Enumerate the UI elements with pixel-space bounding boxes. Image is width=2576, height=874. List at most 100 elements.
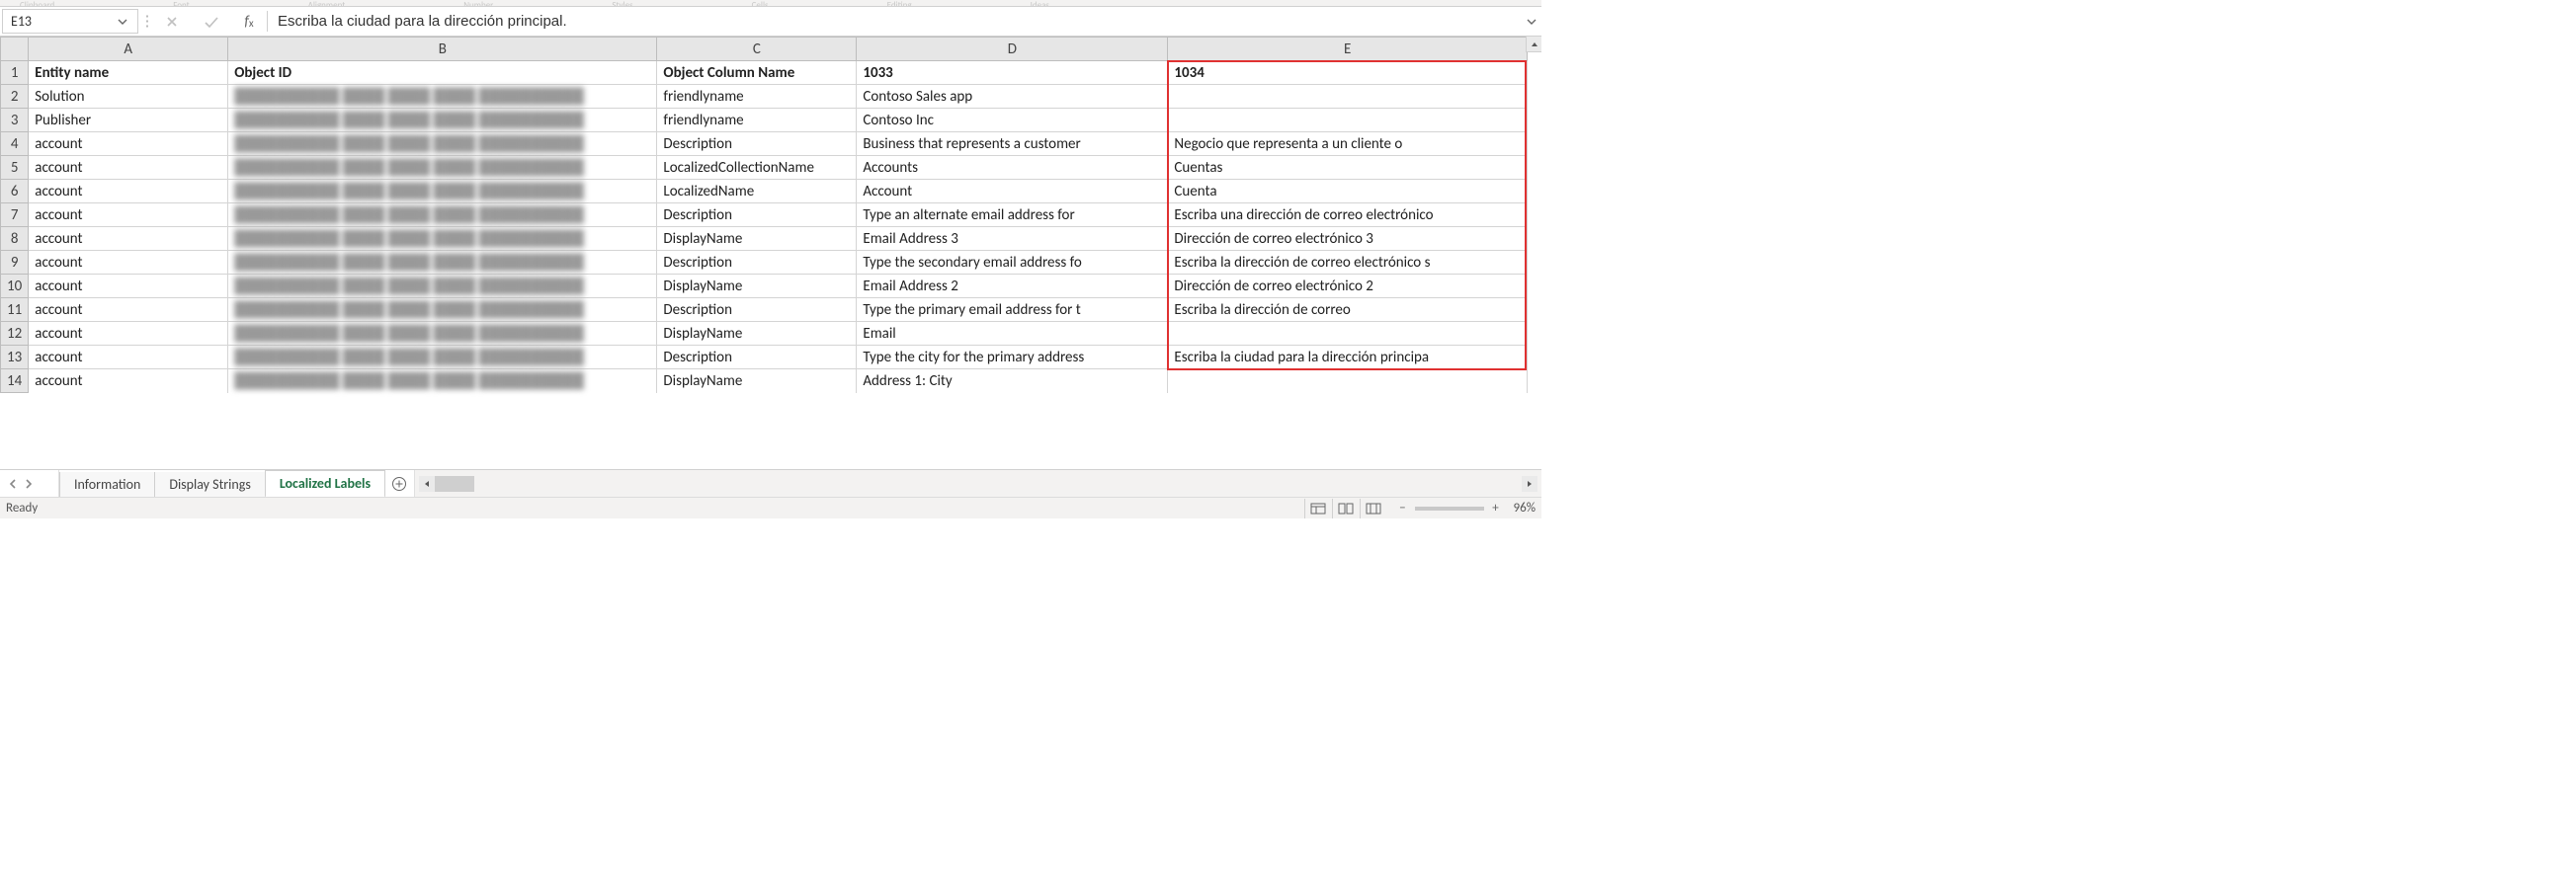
cell[interactable]: Accounts	[857, 156, 1168, 180]
scroll-right-icon[interactable]	[1522, 476, 1537, 492]
cell[interactable]: account	[29, 346, 228, 369]
cell[interactable]: ██████████ ████ ████ ████ ██████████	[228, 109, 657, 132]
row-header[interactable]: 12	[1, 322, 29, 346]
tab-next-icon[interactable]	[24, 479, 34, 489]
cell[interactable]: Entity name	[29, 61, 228, 85]
cell[interactable]: Email	[857, 322, 1168, 346]
cell[interactable]: Object ID	[228, 61, 657, 85]
formula-bar-expand-icon[interactable]	[1522, 7, 1541, 36]
cell[interactable]: Cuentas	[1168, 156, 1528, 180]
cell[interactable]: ██████████ ████ ████ ████ ██████████	[228, 203, 657, 227]
cell[interactable]: Type the primary email address for t	[857, 298, 1168, 322]
row-header[interactable]: 2	[1, 85, 29, 109]
fx-icon[interactable]: fx	[231, 7, 267, 36]
tab-information[interactable]: Information	[59, 472, 155, 497]
scroll-up-icon[interactable]	[1526, 37, 1541, 52]
cell[interactable]: 1034	[1168, 61, 1528, 85]
cell[interactable]: account	[29, 180, 228, 203]
cell[interactable]: LocalizedName	[657, 180, 857, 203]
cell[interactable]: Account	[857, 180, 1168, 203]
row-header[interactable]: 5	[1, 156, 29, 180]
cell[interactable]: Description	[657, 346, 857, 369]
zoom-out-icon[interactable]: −	[1395, 501, 1411, 516]
cell[interactable]: Escriba la dirección de correo	[1168, 298, 1528, 322]
cell[interactable]: ██████████ ████ ████ ████ ██████████	[228, 180, 657, 203]
cell[interactable]	[1168, 322, 1528, 346]
cell[interactable]: account	[29, 156, 228, 180]
cell[interactable]: Business that represents a customer	[857, 132, 1168, 156]
row-header[interactable]: 11	[1, 298, 29, 322]
cell[interactable]: ██████████ ████ ████ ████ ██████████	[228, 85, 657, 109]
enter-icon[interactable]	[192, 7, 231, 36]
cell[interactable]: friendlyname	[657, 109, 857, 132]
cell[interactable]: Email Address 3	[857, 227, 1168, 251]
col-header-e[interactable]: E	[1168, 38, 1528, 61]
cell[interactable]: ██████████ ████ ████ ████ ██████████	[228, 346, 657, 369]
cell[interactable]: Description	[657, 298, 857, 322]
select-all-corner[interactable]	[1, 38, 29, 61]
cell[interactable]	[1168, 85, 1528, 109]
cell[interactable]: Description	[657, 203, 857, 227]
tab-localized-labels[interactable]: Localized Labels	[265, 470, 385, 497]
cell[interactable]: DisplayName	[657, 227, 857, 251]
cell[interactable]: Solution	[29, 85, 228, 109]
cell[interactable]: Description	[657, 251, 857, 275]
cell[interactable]	[1168, 109, 1528, 132]
row-header[interactable]: 4	[1, 132, 29, 156]
row-header[interactable]: 9	[1, 251, 29, 275]
chevron-down-icon[interactable]	[116, 15, 129, 29]
formula-input[interactable]	[268, 7, 1522, 36]
cell[interactable]: ██████████ ████ ████ ████ ██████████	[228, 251, 657, 275]
row-header[interactable]: 3	[1, 109, 29, 132]
cell[interactable]: Email Address 2	[857, 275, 1168, 298]
cell[interactable]: Cuenta	[1168, 180, 1528, 203]
row-header[interactable]: 6	[1, 180, 29, 203]
cell[interactable]: account	[29, 227, 228, 251]
row-header[interactable]: 13	[1, 346, 29, 369]
cell[interactable]: Contoso Sales app	[857, 85, 1168, 109]
row-header[interactable]: 14	[1, 369, 29, 393]
cell[interactable]: Type the secondary email address fo	[857, 251, 1168, 275]
cell[interactable]: Escriba una dirección de correo electrón…	[1168, 203, 1528, 227]
scroll-left-icon[interactable]	[419, 476, 435, 492]
cell[interactable]: DisplayName	[657, 275, 857, 298]
cell[interactable]: account	[29, 369, 228, 393]
scrollbar-thumb[interactable]	[435, 476, 474, 492]
view-page-break-icon[interactable]	[1360, 499, 1387, 518]
cell[interactable]: account	[29, 203, 228, 227]
cancel-icon[interactable]	[152, 7, 192, 36]
cell[interactable]: DisplayName	[657, 369, 857, 393]
tab-display-strings[interactable]: Display Strings	[154, 472, 265, 497]
col-header-d[interactable]: D	[857, 38, 1168, 61]
cell[interactable]: ██████████ ████ ████ ████ ██████████	[228, 322, 657, 346]
row-header[interactable]: 1	[1, 61, 29, 85]
tab-prev-icon[interactable]	[8, 479, 18, 489]
cell[interactable]: friendlyname	[657, 85, 857, 109]
tab-nav[interactable]	[0, 470, 59, 497]
cell[interactable]: ██████████ ████ ████ ████ ██████████	[228, 298, 657, 322]
cell[interactable]: LocalizedCollectionName	[657, 156, 857, 180]
horizontal-scrollbar[interactable]	[419, 476, 1537, 492]
cell[interactable]: account	[29, 251, 228, 275]
cell[interactable]: Dirección de correo electrónico 2	[1168, 275, 1528, 298]
cell[interactable]: Type the city for the primary address	[857, 346, 1168, 369]
cell[interactable]: Escriba la dirección de correo electróni…	[1168, 251, 1528, 275]
cell[interactable]: account	[29, 322, 228, 346]
cell[interactable]: DisplayName	[657, 322, 857, 346]
spreadsheet-grid[interactable]: A B C D E 1Entity nameObject IDObject Co…	[0, 37, 1528, 393]
row-header[interactable]: 10	[1, 275, 29, 298]
cell[interactable]: ██████████ ████ ████ ████ ██████████	[228, 156, 657, 180]
cell[interactable]: Description	[657, 132, 857, 156]
row-header[interactable]: 7	[1, 203, 29, 227]
cell[interactable]: Address 1: City	[857, 369, 1168, 393]
cell[interactable]: Escriba la ciudad para la dirección prin…	[1168, 346, 1528, 369]
cell[interactable]: ██████████ ████ ████ ████ ██████████	[228, 275, 657, 298]
cell[interactable]: account	[29, 275, 228, 298]
view-page-layout-icon[interactable]	[1332, 499, 1360, 518]
cell[interactable]: Publisher	[29, 109, 228, 132]
col-header-a[interactable]: A	[29, 38, 228, 61]
col-header-b[interactable]: B	[228, 38, 657, 61]
cell[interactable]: Type an alternate email address for	[857, 203, 1168, 227]
zoom-in-icon[interactable]: +	[1488, 501, 1504, 516]
cell[interactable]	[1168, 369, 1528, 393]
